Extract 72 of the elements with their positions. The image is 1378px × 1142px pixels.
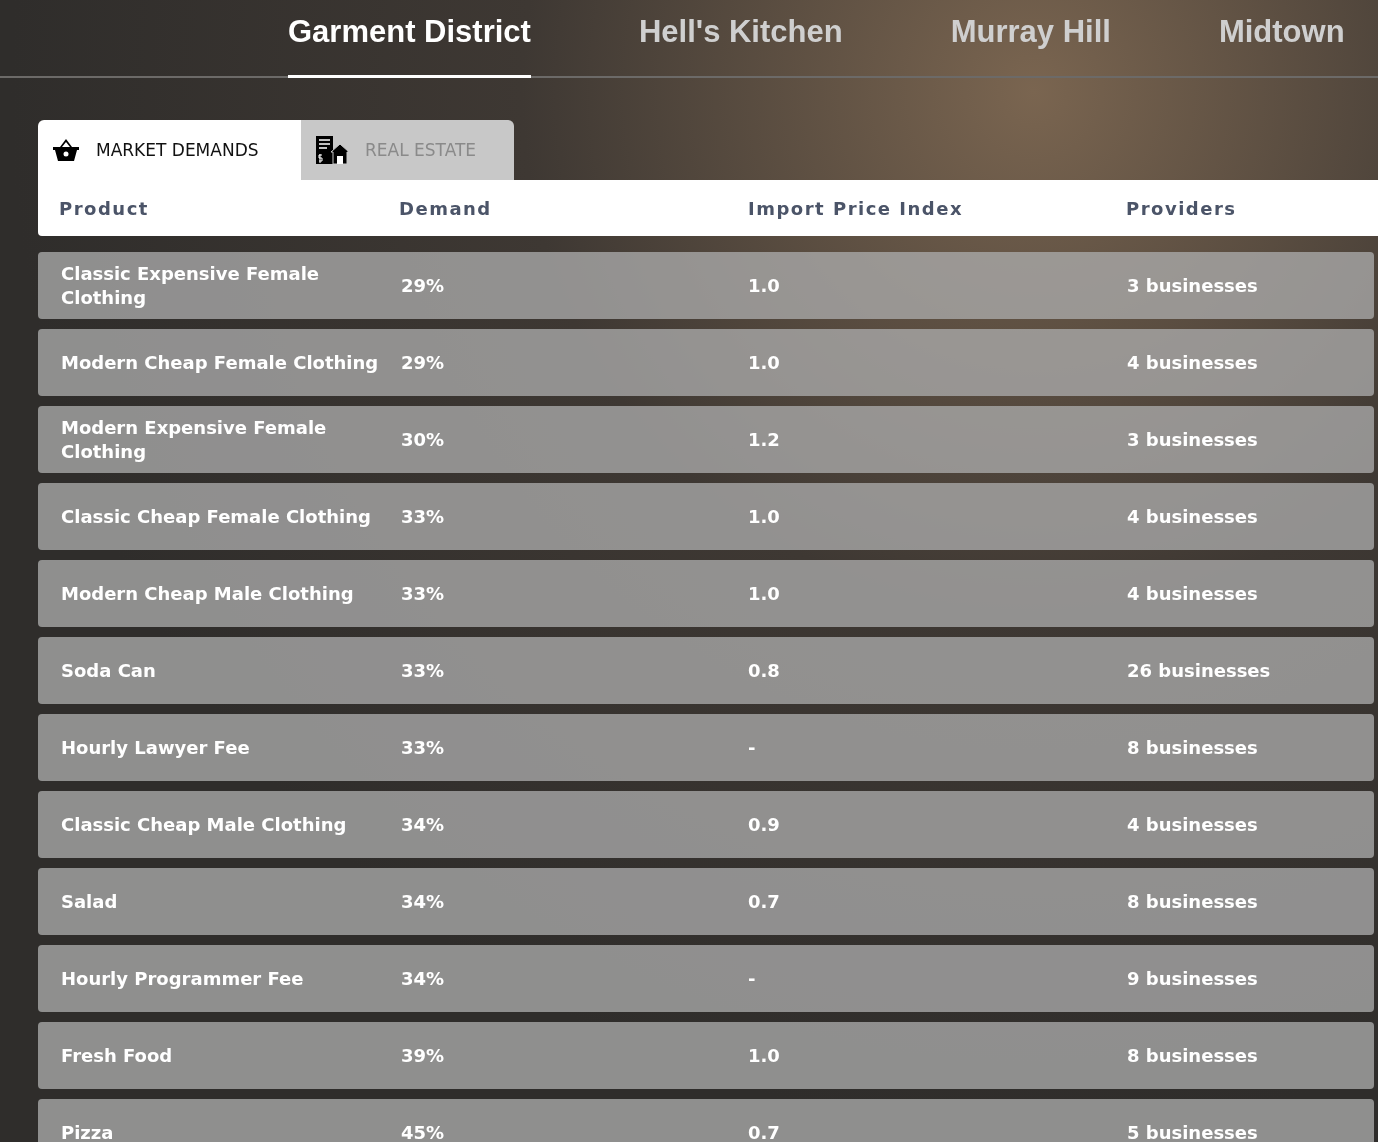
table-cell-text: - bbox=[748, 735, 757, 760]
table-cell-text: 33% bbox=[401, 658, 446, 683]
table-cell-text: 29% bbox=[401, 350, 446, 375]
table-cell-text: - bbox=[748, 966, 757, 991]
column-header: Demand bbox=[399, 197, 493, 219]
table-cell-text: 0.7 bbox=[748, 1120, 781, 1142]
table-cell-text: 26 businesses bbox=[1127, 658, 1272, 683]
table-cell-text: 33% bbox=[401, 504, 446, 529]
table-cell-text: 1.0 bbox=[748, 350, 781, 375]
table-cell-text: 8 businesses bbox=[1127, 1043, 1259, 1068]
table-cell-text: 8 businesses bbox=[1127, 735, 1259, 760]
table-cell-text: Hourly Programmer Fee bbox=[61, 966, 305, 991]
district-tab[interactable]: Midtown bbox=[1218, 0, 1345, 76]
table-cell-text: 4 businesses bbox=[1127, 812, 1259, 837]
basket-icon bbox=[52, 138, 80, 162]
table-cell-text: Modern Expensive Female Clothing bbox=[61, 415, 328, 464]
table-cell-text: Classic Cheap Female Clothing bbox=[61, 504, 372, 529]
table-row[interactable]: Salad 34% 0.7 8 businesses bbox=[38, 868, 1374, 935]
table-cell-text: Salad bbox=[61, 889, 119, 914]
table-cell-text: 30% bbox=[401, 427, 446, 452]
table-cell-text: 1.0 bbox=[748, 581, 781, 606]
table-cell-text: 34% bbox=[401, 812, 446, 837]
table-cell-text: 0.7 bbox=[748, 889, 781, 914]
district-tab[interactable]: Murray Hill bbox=[950, 0, 1111, 76]
table-cell-text: 4 businesses bbox=[1127, 581, 1259, 606]
table-cell-text: 33% bbox=[401, 581, 446, 606]
table-cell-text: 1.0 bbox=[748, 273, 781, 298]
district-tab[interactable]: Garment District bbox=[288, 0, 531, 78]
table-cell-text: 1.2 bbox=[748, 427, 781, 452]
table-row[interactable]: Fresh Food 39% 1.0 8 businesses bbox=[38, 1022, 1374, 1089]
table-row[interactable]: Classic Cheap Male Clothing 34% 0.9 4 businesses bbox=[38, 791, 1374, 858]
table-row[interactable]: Modern Expensive Female Clothing 30% 1.2 3 businesses bbox=[38, 406, 1374, 473]
table-cell-text: 45% bbox=[401, 1120, 446, 1142]
document-house-icon bbox=[315, 135, 349, 165]
table-cell-text: Hourly Lawyer Fee bbox=[61, 735, 251, 760]
table-cell-text: 8 businesses bbox=[1127, 889, 1259, 914]
table-cell-text: 3 businesses bbox=[1127, 427, 1259, 452]
table-cell-text: Classic Expensive Female Clothing bbox=[61, 261, 321, 310]
table-cell-text: Fresh Food bbox=[61, 1043, 174, 1068]
table-cell-text: 34% bbox=[401, 889, 446, 914]
table-cell-text: 29% bbox=[401, 273, 446, 298]
table-cell-text: 1.0 bbox=[748, 1043, 781, 1068]
table-cell-text: Pizza bbox=[61, 1120, 115, 1142]
table-cell-text: 34% bbox=[401, 966, 446, 991]
table-cell-text: Modern Cheap Male Clothing bbox=[61, 581, 355, 606]
table-row[interactable]: Modern Cheap Male Clothing 33% 1.0 4 businesses bbox=[38, 560, 1374, 627]
table-cell-text: 5 businesses bbox=[1127, 1120, 1259, 1142]
table-cell-text: 39% bbox=[401, 1043, 446, 1068]
section-tab[interactable]: MARKET DEMANDS bbox=[38, 120, 301, 180]
column-header: Import Price Index bbox=[748, 197, 965, 219]
column-header: Product bbox=[59, 197, 150, 219]
table-cell-text: 0.9 bbox=[748, 812, 781, 837]
table-row[interactable]: Classic Expensive Female Clothing 29% 1.0 3 businesses bbox=[38, 252, 1374, 319]
table-cell-text: 3 businesses bbox=[1127, 273, 1259, 298]
table-cell-text: Classic Cheap Male Clothing bbox=[61, 812, 348, 837]
table-row[interactable]: Pizza 45% 0.7 5 businesses bbox=[38, 1099, 1374, 1142]
table-cell-text: Soda Can bbox=[61, 658, 157, 683]
table-row[interactable]: Modern Cheap Female Clothing 29% 1.0 4 businesses bbox=[38, 329, 1374, 396]
table-cell-text: 4 businesses bbox=[1127, 350, 1259, 375]
section-tab[interactable]: REAL ESTATE bbox=[301, 120, 514, 180]
column-header: Providers bbox=[1126, 197, 1238, 219]
table-row[interactable]: Hourly Programmer Fee 34% - 9 businesses bbox=[38, 945, 1374, 1012]
table-cell-text: 0.8 bbox=[748, 658, 781, 683]
table-cell-text: 4 businesses bbox=[1127, 504, 1259, 529]
table-cell-text: Modern Cheap Female Clothing bbox=[61, 350, 380, 375]
table-cell-text: 33% bbox=[401, 735, 446, 760]
table-cell-text: 1.0 bbox=[748, 504, 781, 529]
table-row[interactable]: Soda Can 33% 0.8 26 businesses bbox=[38, 637, 1374, 704]
district-tab[interactable]: Hell's Kitchen bbox=[638, 0, 843, 76]
table-row[interactable]: Classic Cheap Female Clothing 33% 1.0 4 businesses bbox=[38, 483, 1374, 550]
table-cell-text: 9 businesses bbox=[1127, 966, 1259, 991]
table-row[interactable]: Hourly Lawyer Fee 33% - 8 businesses bbox=[38, 714, 1374, 781]
